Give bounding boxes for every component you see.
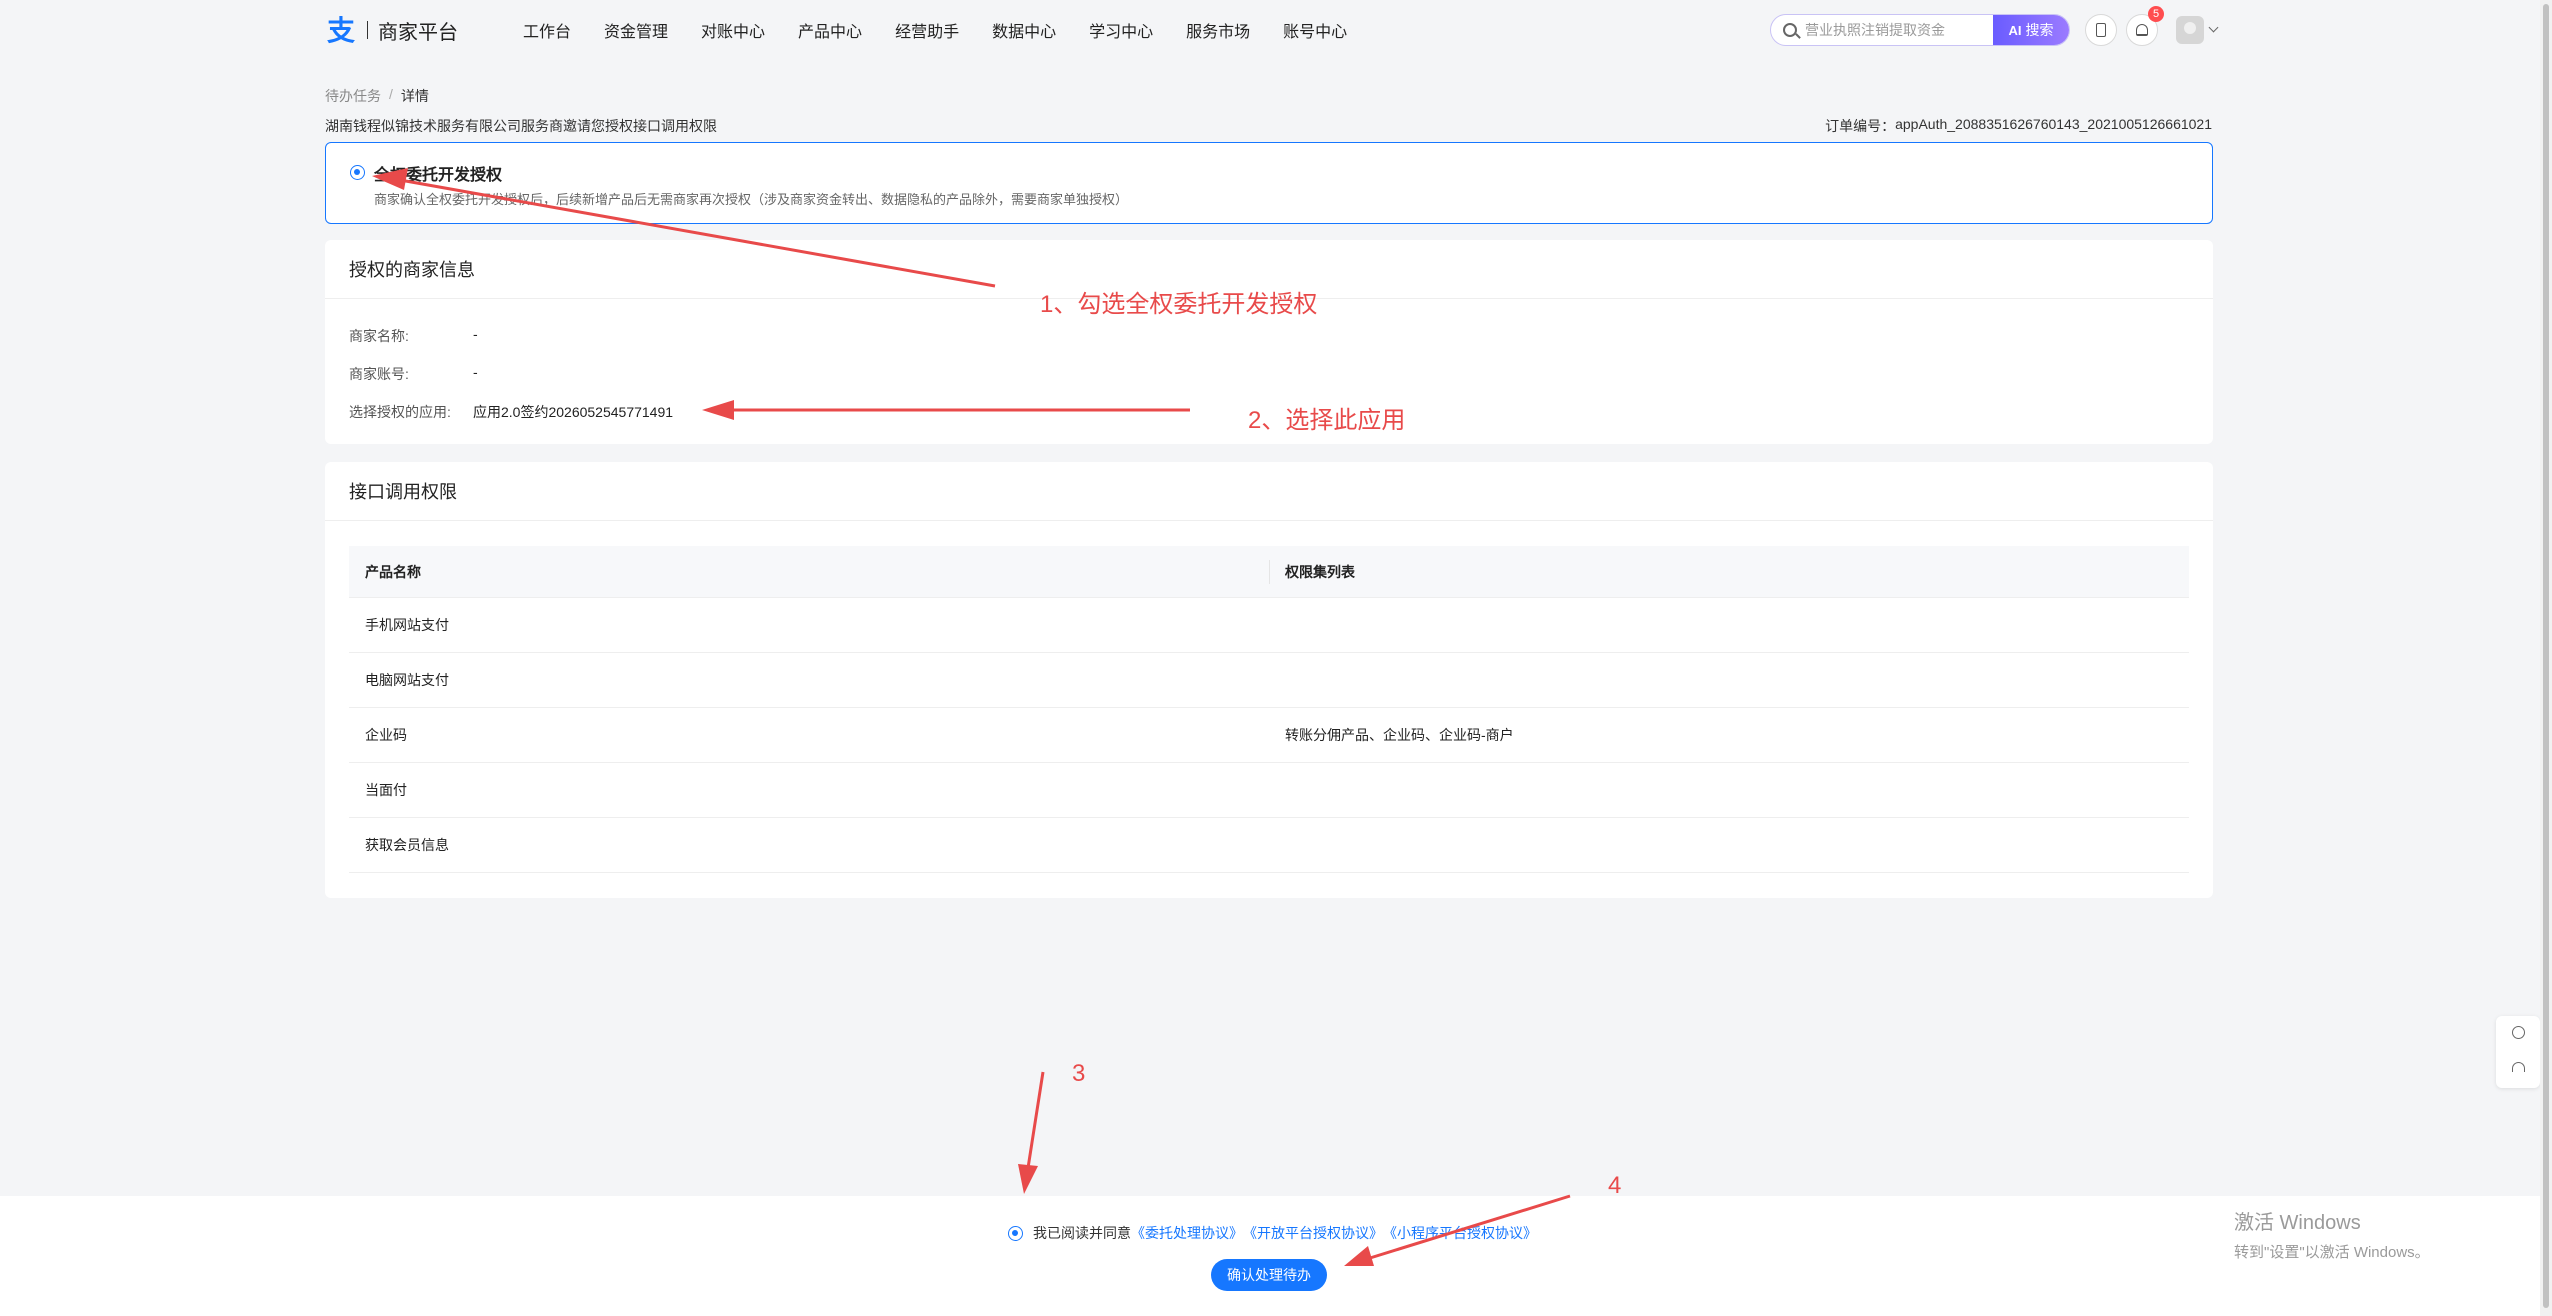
annotation-arrow-3: [1026, 1071, 1045, 1169]
scrollbar-thumb[interactable]: [2543, 4, 2549, 1308]
nav-item-data[interactable]: 数据中心: [992, 18, 1056, 42]
annotation-arrowhead-3: [1018, 1164, 1038, 1194]
side-toolbar: [2496, 1016, 2540, 1088]
table-row: 电脑网站支付: [349, 653, 2189, 708]
order-number: 订单编号： appAuth_2088351626760143_202100512…: [1825, 116, 2212, 136]
help-icon[interactable]: [2512, 1026, 2525, 1039]
info-label: 商家账号:: [349, 366, 409, 382]
nav-item-account[interactable]: 账号中心: [1283, 18, 1347, 42]
annotation-step-4: 4: [1608, 1172, 1622, 1199]
nav-item-service-market[interactable]: 服务市场: [1186, 18, 1250, 42]
option-title: 全权委托开发授权: [374, 167, 503, 184]
full-delegation-option[interactable]: 全权委托开发授权 商家确认全权委托开发授权后，后续新增产品后无需商家再次授权（涉…: [325, 142, 2213, 224]
table-row: 当面付: [349, 763, 2189, 818]
info-row-merchant-name: 商家名称: -: [349, 326, 478, 346]
permission-list: [1269, 598, 2189, 652]
watermark-title: 激活 Windows: [2234, 1212, 2361, 1234]
permissions-title: 接口调用权限: [349, 482, 457, 502]
product-name: 企业码: [365, 727, 407, 743]
nav-item-workbench[interactable]: 工作台: [523, 18, 571, 42]
table-row: 企业码 转账分佣产品、企业码、企业码-商户: [349, 708, 2189, 763]
info-row-merchant-account: 商家账号: -: [349, 364, 478, 384]
search-box: AI 搜索: [1770, 14, 2070, 46]
notification-badge: 5: [2148, 6, 2164, 22]
footer-bar: 我已阅读并同意 《委托处理协议》 《开放平台授权协议》 《小程序平台授权协议》 …: [0, 1196, 2540, 1316]
info-label: 选择授权的应用:: [349, 404, 451, 420]
search-button[interactable]: AI 搜索: [1993, 15, 2069, 45]
logo-divider: [367, 21, 368, 39]
link-mini-program-agreement[interactable]: 《小程序平台授权协议》: [1383, 1223, 1537, 1243]
full-delegation-radio[interactable]: [350, 165, 365, 180]
product-name: 当面付: [365, 782, 407, 798]
column-header-product: 产品名称: [365, 564, 421, 580]
breadcrumb-parent[interactable]: 待办任务: [325, 86, 381, 106]
annotation-step-1: 1、勾选全权委托开发授权: [1040, 291, 1318, 318]
table-header: 产品名称 权限集列表: [349, 546, 2189, 598]
breadcrumb-separator: /: [389, 86, 393, 102]
bell-icon: [2136, 24, 2148, 36]
option-description: 商家确认全权委托开发授权后，后续新增产品后无需商家再次授权（涉及商家资金转出、数…: [374, 192, 1129, 207]
table-row: 获取会员信息: [349, 818, 2189, 873]
product-name: 获取会员信息: [365, 837, 449, 853]
link-open-platform-agreement[interactable]: 《开放平台授权协议》: [1243, 1223, 1383, 1243]
permissions-table: 产品名称 权限集列表 手机网站支付 电脑网站支付 企业码 转账分佣产品、企业码、…: [349, 546, 2189, 873]
main-nav: 工作台 资金管理 对账中心 产品中心 经营助手 数据中心 学习中心 服务市场 账…: [523, 18, 1380, 42]
link-delegation-agreement[interactable]: 《委托处理协议》: [1131, 1223, 1243, 1243]
info-row-selected-app: 选择授权的应用: 应用2.0签约2026052545771491: [349, 402, 673, 422]
breadcrumb-current: 详情: [400, 88, 429, 104]
column-separator: [1269, 560, 1270, 584]
permission-list: [1269, 653, 2189, 707]
alipay-logo-icon: 支: [327, 14, 355, 46]
nav-item-reconciliation[interactable]: 对账中心: [701, 18, 765, 42]
windows-activation-watermark: 激活 Windows 转到"设置"以激活 Windows。: [2234, 1206, 2430, 1262]
product-name: 电脑网站支付: [365, 672, 449, 688]
top-nav-bar: 支 商家平台 工作台 资金管理 对账中心 产品中心 经营助手 数据中心 学习中心…: [0, 0, 2552, 60]
breadcrumb: 待办任务 / 详情: [325, 86, 429, 106]
chevron-down-icon[interactable]: [2208, 22, 2219, 33]
permission-list: [1269, 818, 2189, 872]
order-number-value: appAuth_2088351626760143_202100512666102…: [1895, 116, 2212, 132]
permission-list: 转账分佣产品、企业码、企业码-商户: [1285, 727, 1514, 743]
avatar[interactable]: [2176, 16, 2204, 44]
column-header-permissions: 权限集列表: [1285, 564, 1355, 580]
info-value: -: [473, 364, 478, 380]
ai-icon: AI: [2008, 22, 2022, 38]
table-row: 手机网站支付: [349, 598, 2189, 653]
agreement-prefix: 我已阅读并同意: [1033, 1225, 1131, 1241]
divider: [325, 520, 2213, 521]
watermark-subtitle: 转到"设置"以激活 Windows。: [2234, 1244, 2430, 1261]
nav-item-products[interactable]: 产品中心: [798, 18, 862, 42]
page-description: 湖南钱程似锦技术服务有限公司服务商邀请您授权接口调用权限: [325, 118, 717, 134]
search-input[interactable]: [1805, 15, 1985, 45]
selected-app-value[interactable]: 应用2.0签约2026052545771491: [473, 402, 673, 422]
annotation-step-3: 3: [1072, 1060, 1086, 1087]
confirm-button[interactable]: 确认处理待办: [1211, 1259, 1327, 1291]
annotation-step-2: 2、选择此应用: [1248, 407, 1406, 434]
agreement-row: 我已阅读并同意 《委托处理协议》 《开放平台授权协议》 《小程序平台授权协议》: [1008, 1223, 1537, 1243]
info-value: -: [473, 326, 478, 342]
alipay-logo[interactable]: 支 商家平台: [325, 14, 458, 46]
permission-list: [1269, 763, 2189, 817]
mobile-button[interactable]: [2085, 14, 2117, 46]
agreement-radio[interactable]: [1008, 1225, 1023, 1241]
api-permissions-card: 接口调用权限 产品名称 权限集列表 手机网站支付 电脑网站支付 企业码 转账分佣…: [325, 462, 2213, 898]
svg-text:支: 支: [327, 14, 355, 46]
nav-item-learning[interactable]: 学习中心: [1089, 18, 1153, 42]
merchant-info-title: 授权的商家信息: [349, 260, 475, 280]
logo-text: 商家平台: [378, 21, 458, 44]
headset-icon[interactable]: [2512, 1062, 2525, 1072]
order-number-label: 订单编号：: [1825, 118, 1896, 134]
nav-item-funds[interactable]: 资金管理: [604, 18, 668, 42]
search-icon: [1783, 23, 1797, 37]
info-label: 商家名称:: [349, 328, 409, 344]
search-button-label: 搜索: [2025, 22, 2054, 38]
nav-item-business-assistant[interactable]: 经营助手: [895, 18, 959, 42]
product-name: 手机网站支付: [365, 617, 449, 633]
phone-icon: [2096, 23, 2106, 37]
